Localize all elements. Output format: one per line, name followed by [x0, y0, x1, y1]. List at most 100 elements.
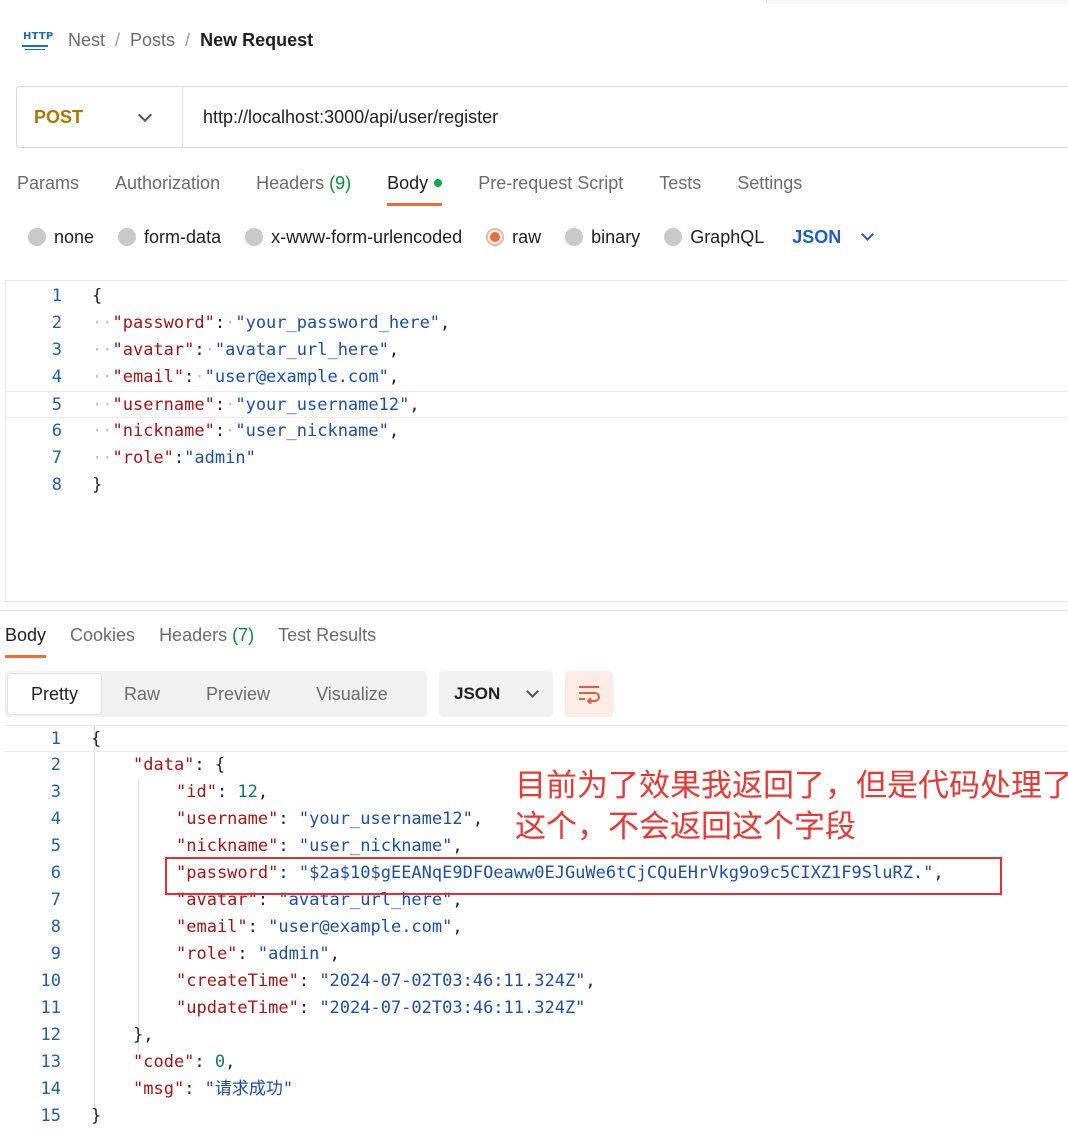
tab-label: Authorization — [115, 173, 221, 193]
code-line-active: 5 ··"username":·"your_username12", — [6, 391, 1068, 418]
code-text: "data": { — [133, 755, 226, 775]
radio-x-www-form-urlencoded[interactable]: x-www-form-urlencoded — [245, 227, 462, 248]
breadcrumb-folder[interactable]: Posts — [130, 30, 175, 51]
code-line: 12}, — [5, 1022, 1068, 1049]
view-preview[interactable]: Preview — [183, 674, 293, 714]
code-line: 9 "role": "admin", — [5, 941, 1068, 968]
code-line: 1{ — [6, 283, 1068, 310]
line-number: 7 — [51, 448, 62, 468]
line-number: 9 — [50, 944, 61, 964]
chevron-down-icon — [861, 228, 875, 241]
radio-label: x-www-form-urlencoded — [271, 226, 463, 247]
tab-count: (7) — [232, 625, 255, 645]
window-top-edge — [0, 0, 1068, 4]
code-line: 10 "createTime": "2024-07-02T03:46:11.324… — [5, 968, 1068, 995]
status-dot-icon — [434, 178, 443, 187]
view-raw[interactable]: Raw — [101, 674, 183, 714]
line-number: 14 — [40, 1079, 61, 1099]
code-line: 2 ··"password":·"your_password_here", — [6, 310, 1068, 337]
tab-test-results[interactable]: Test Results — [278, 618, 376, 658]
response-format-select[interactable]: JSON — [439, 671, 553, 717]
method-label: POST — [34, 106, 84, 127]
line-number: 2 — [50, 755, 61, 775]
line-number: 11 — [40, 998, 61, 1018]
view-visualize[interactable]: Visualize — [293, 674, 411, 714]
code-text: { — [91, 729, 102, 749]
tab-label: Params — [17, 173, 80, 193]
code-text: } — [91, 1106, 102, 1126]
line-number: 7 — [50, 890, 61, 910]
code-line: 15} — [5, 1103, 1068, 1130]
line-number: 1 — [51, 286, 62, 306]
tab-tests[interactable]: Tests — [659, 166, 701, 206]
tab-label: Cookies — [70, 625, 136, 645]
tab-response-body[interactable]: Body — [5, 618, 47, 658]
code-text: "createTime": "2024-07-02T03:46:11.324Z"… — [176, 971, 596, 991]
radio-icon — [664, 228, 683, 246]
tab-label: Tests — [659, 173, 702, 193]
tab-params[interactable]: Params — [17, 166, 79, 206]
tab-headers[interactable]: Headers (9) — [256, 166, 351, 206]
code-line: 8 "email": "user@example.com", — [5, 914, 1068, 941]
line-number: 15 — [40, 1106, 61, 1126]
pane-divider[interactable] — [0, 610, 1068, 611]
request-tabs: Params Authorization Headers (9) Body Pr… — [17, 166, 838, 208]
tab-label: Pre-request Script — [478, 173, 624, 193]
code-line: 14 "msg": "请求成功" — [5, 1076, 1068, 1103]
code-text: ··"nickname":·"user_nickname", — [92, 421, 400, 441]
radio-none[interactable]: none — [28, 227, 94, 248]
tab-authorization[interactable]: Authorization — [115, 166, 220, 206]
code-text: ··"username":·"your_username12", — [92, 395, 420, 415]
tab-label: Headers — [256, 173, 325, 193]
tab-response-headers[interactable]: Headers (7) — [159, 618, 254, 658]
code-text: "code": 0, — [133, 1052, 236, 1072]
line-number: 10 — [40, 971, 61, 991]
request-name[interactable]: New Request — [200, 30, 313, 51]
code-line: 8} — [6, 472, 1068, 499]
method-select[interactable]: POST — [17, 87, 183, 147]
response-format-label: JSON — [454, 684, 501, 703]
breadcrumb-collection[interactable]: Nest — [68, 30, 105, 51]
code-line: 3 ··"avatar":·"avatar_url_here", — [6, 337, 1068, 364]
line-number: 8 — [50, 917, 61, 937]
breadcrumb-separator: / — [115, 29, 121, 50]
code-line: 6 ··"nickname":·"user_nickname", — [6, 418, 1068, 445]
radio-raw[interactable]: raw — [486, 227, 541, 248]
tab-label: Body — [387, 173, 429, 193]
body-type-options: none form-data x-www-form-urlencoded raw… — [28, 224, 875, 250]
http-icon: HTTP — [22, 29, 53, 51]
tab-settings[interactable]: Settings — [737, 166, 802, 206]
tab-strip-edge — [766, 0, 1068, 4]
line-number: 4 — [50, 809, 61, 829]
request-body-editor[interactable]: 1{ 2 ··"password":·"your_password_here", … — [5, 280, 1068, 602]
tab-label: Body — [5, 625, 47, 645]
raw-language-select[interactable]: JSON — [792, 226, 875, 248]
code-text: "username": "your_username12", — [176, 809, 484, 829]
code-text: "id": 12, — [176, 782, 269, 802]
line-number: 6 — [51, 421, 62, 441]
radio-form-data[interactable]: form-data — [118, 227, 221, 248]
radio-binary[interactable]: binary — [565, 227, 640, 248]
wrap-lines-button[interactable] — [565, 671, 613, 717]
tab-pre-request-script[interactable]: Pre-request Script — [478, 166, 623, 206]
tab-body[interactable]: Body — [387, 166, 443, 206]
tab-label: Test Results — [278, 625, 377, 645]
annotation-text: 目前为了效果我返回了，但是代码处理了这个，不会返回这个字段 — [515, 768, 1068, 845]
url-bar: POST http://localhost:3000/api/user/regi… — [16, 86, 1068, 148]
raw-language-label: JSON — [792, 226, 842, 247]
url-input[interactable]: http://localhost:3000/api/user/register — [183, 107, 498, 128]
code-text: "role": "admin", — [176, 944, 340, 964]
code-line: 4 ··"email":·"user@example.com", — [6, 364, 1068, 391]
code-text: ··"password":·"your_password_here", — [92, 313, 451, 333]
view-pretty[interactable]: Pretty — [8, 674, 102, 714]
line-number: 13 — [40, 1052, 61, 1072]
tab-label: Settings — [737, 173, 803, 193]
annotation-highlight-box — [165, 857, 1002, 895]
radio-selected-icon — [486, 228, 505, 246]
chevron-down-icon — [526, 685, 540, 698]
radio-graphql[interactable]: GraphQL — [664, 227, 764, 248]
code-line: 11 "updateTime": "2024-07-02T03:46:11.324… — [5, 995, 1068, 1022]
line-number: 5 — [50, 836, 61, 856]
radio-label: form-data — [144, 226, 222, 247]
tab-cookies[interactable]: Cookies — [70, 618, 135, 658]
